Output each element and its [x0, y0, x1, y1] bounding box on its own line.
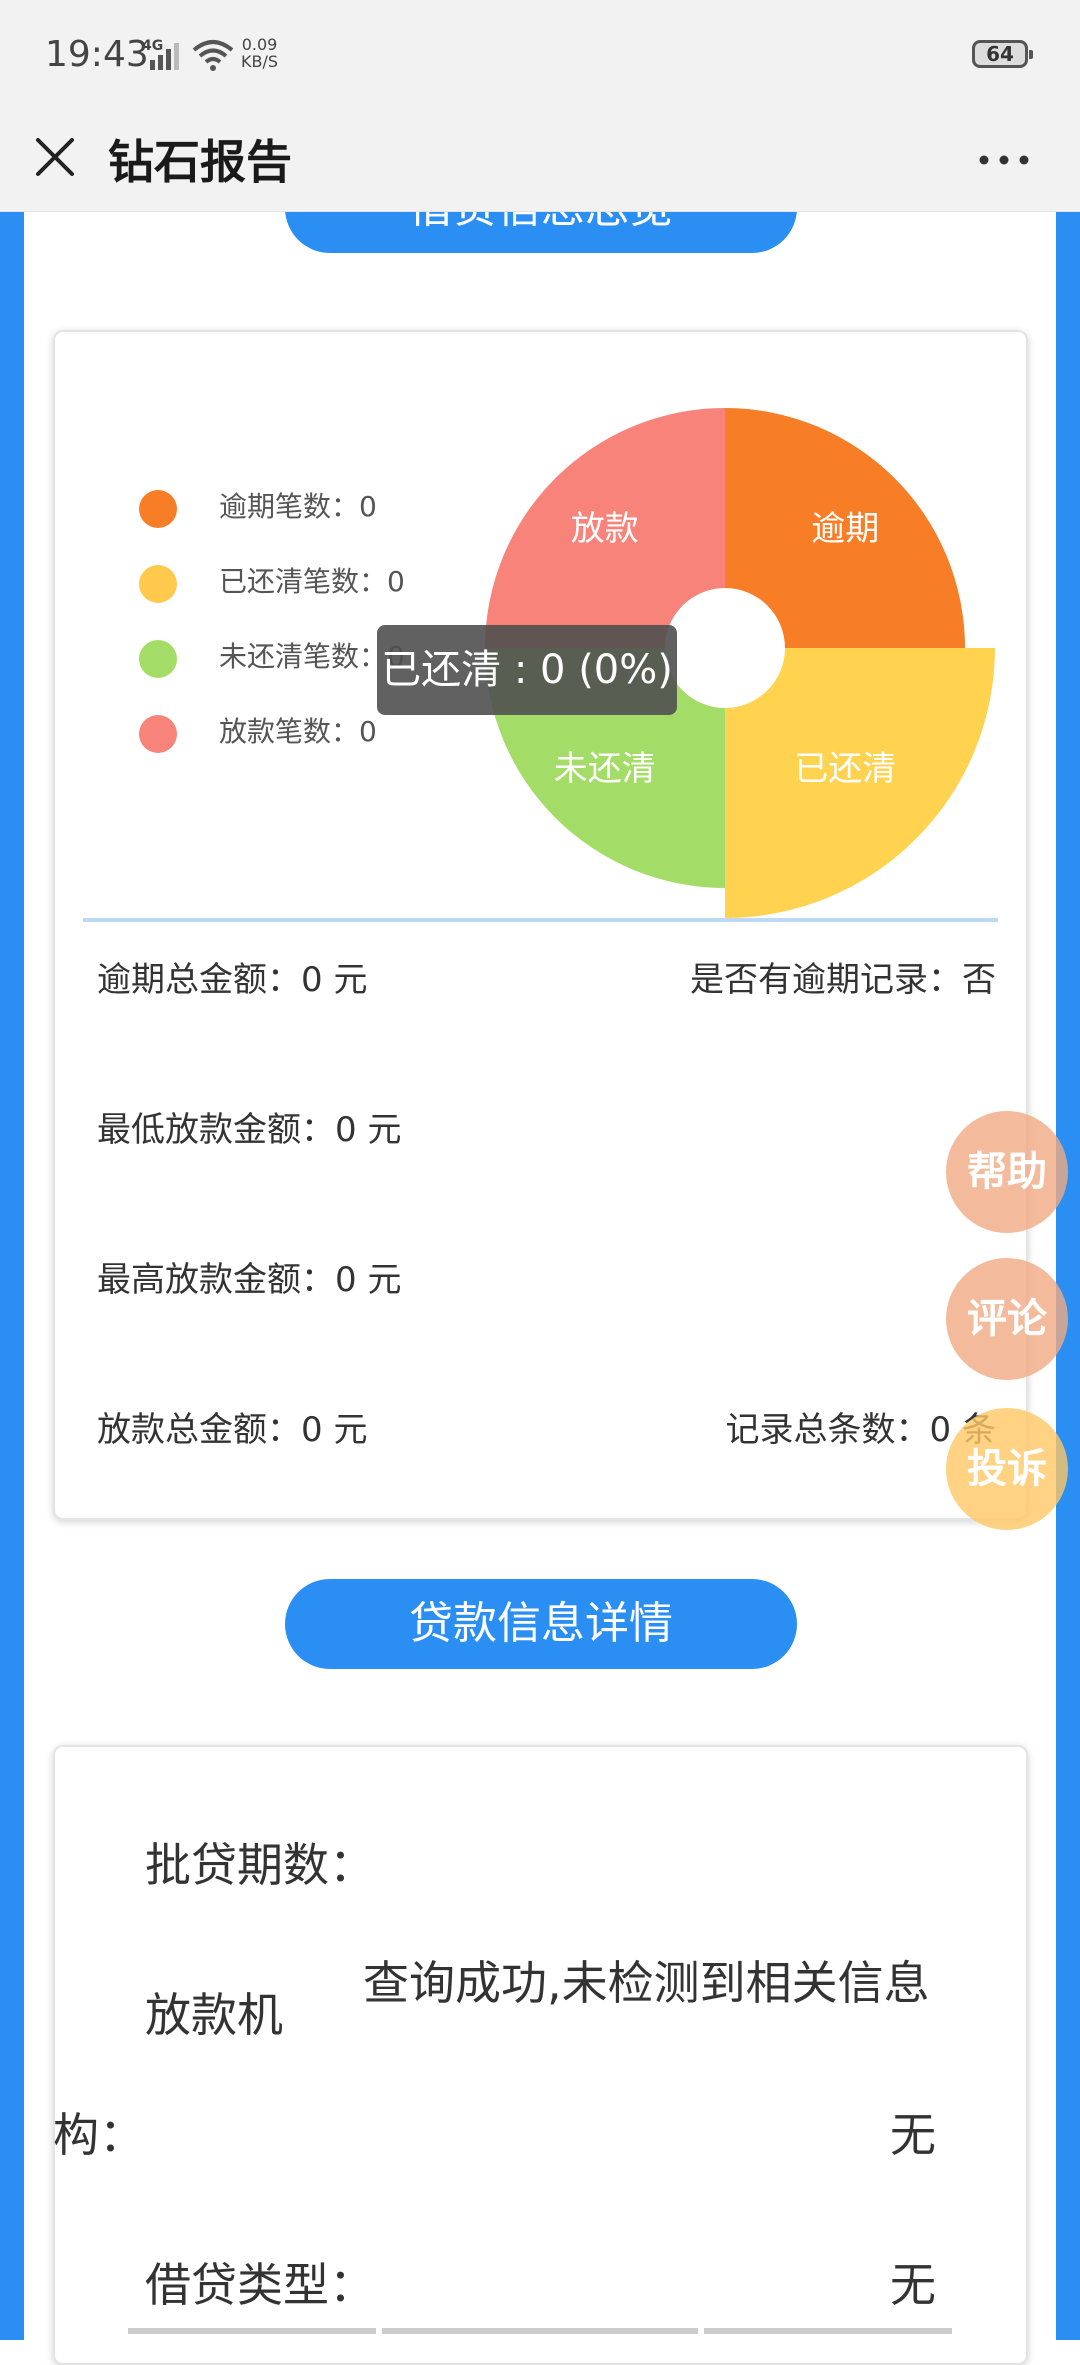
min-loan-amount: 最低放款金额：0 元	[97, 1110, 402, 1150]
signal-icon	[150, 43, 179, 70]
legend-dot-unpaid	[139, 640, 177, 678]
speed-value: 0.09	[241, 35, 278, 54]
legend-dot-overdue	[139, 490, 177, 528]
chart-tooltip: 已还清 : 0 (0%)	[377, 625, 677, 715]
loan-type-label: 借贷类型：	[145, 2258, 375, 2312]
legend-loan-count: 放款笔数：0	[219, 715, 377, 748]
legend-repaid-count: 已还清笔数：0	[219, 565, 405, 598]
pie-label-2: 未还清	[554, 749, 656, 789]
legend-dot-repaid	[139, 565, 177, 603]
table-header-hint	[382, 2328, 698, 2334]
status-time: 19:43	[45, 34, 149, 75]
more-options-icon[interactable]	[978, 145, 1030, 175]
section-title-details: 贷款信息详情	[285, 1579, 797, 1669]
status-bar: 19:43 4G 0.09 KB/S 64	[0, 0, 1080, 110]
pie-label-1: 已还清	[794, 749, 896, 789]
close-icon[interactable]	[30, 132, 80, 182]
detail-card: 批贷期数： 放款机 查询成功,未检测到相关信息 构： 无 借贷类型： 无	[53, 1745, 1028, 2365]
battery-icon: 64	[972, 40, 1033, 68]
table-header-hint	[704, 2328, 952, 2334]
card-divider	[83, 918, 998, 922]
pie-label-3: 放款	[571, 509, 639, 549]
loan-type-value: 无	[890, 2258, 936, 2312]
institution-value: 无	[890, 2108, 936, 2162]
overdue-total-amount: 逾期总金额：0 元	[97, 960, 368, 1000]
network-speed: 0.09 KB/S	[241, 36, 278, 70]
page-title: 钻石报告	[108, 135, 292, 189]
legend-dot-loan	[139, 715, 177, 753]
loan-total-amount: 放款总金额：0 元	[97, 1410, 368, 1450]
pie-label-0: 逾期	[811, 509, 879, 549]
legend-overdue-count: 逾期笔数：0	[219, 490, 377, 523]
query-result-message: 查询成功,未检测到相关信息	[363, 1956, 930, 2010]
institution-label-cont: 构：	[53, 2108, 145, 2162]
complaint-button[interactable]: 投诉	[946, 1408, 1068, 1530]
has-overdue-record: 是否有逾期记录：否	[690, 960, 996, 1000]
wifi-icon	[192, 40, 234, 71]
periods-label: 批贷期数：	[145, 1838, 375, 1892]
help-button[interactable]: 帮助	[946, 1111, 1068, 1233]
overview-card: 逾期笔数：0 已还清笔数：0 未还清笔数：0 放款笔数：0 逾期 已还清 未还清 放款…	[53, 330, 1028, 1520]
comment-button[interactable]: 评论	[946, 1258, 1068, 1380]
speed-unit: KB/S	[241, 52, 279, 71]
table-header-hint	[128, 2328, 376, 2334]
max-loan-amount: 最高放款金额：0 元	[97, 1260, 402, 1300]
nav-bar-cover: 钻石报告	[0, 110, 1080, 212]
institution-label: 放款机	[145, 1988, 283, 2042]
